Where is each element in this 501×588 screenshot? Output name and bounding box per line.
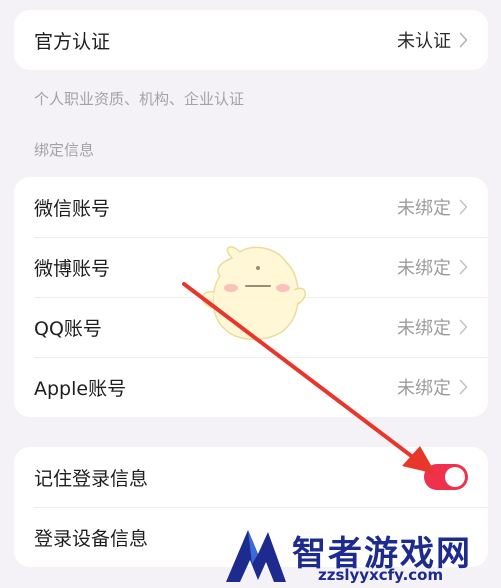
watermark-domain: zzslyyxcfy.com: [318, 566, 444, 584]
chevron-right-icon: [459, 379, 468, 395]
binding-row-wechat[interactable]: 微信账号 未绑定: [14, 177, 488, 237]
binding-row-weibo[interactable]: 微博账号 未绑定: [14, 237, 488, 297]
binding-label: QQ账号: [34, 317, 102, 340]
binding-value: 未绑定: [397, 198, 451, 219]
chevron-right-icon: [459, 319, 468, 335]
remember-login-toggle[interactable]: [424, 464, 468, 490]
toggle-knob: [445, 467, 465, 487]
binding-section-title: 绑定信息: [34, 141, 95, 159]
official-verification-status: 未认证: [397, 27, 468, 53]
binding-status: 未绑定: [397, 314, 468, 340]
watermark: 智者游戏网 zzslyyxcfy.com: [222, 520, 501, 588]
official-verification-row[interactable]: 官方认证 未认证: [14, 10, 488, 70]
binding-status: 未绑定: [397, 254, 468, 280]
remember-login-label: 记住登录信息: [34, 467, 149, 490]
official-card: 官方认证 未认证: [14, 10, 488, 70]
binding-status: 未绑定: [397, 194, 468, 220]
watermark-logo: [226, 530, 286, 582]
official-verification-note: 个人职业资质、机构、企业认证: [34, 90, 245, 108]
remember-login-row: 记住登录信息: [14, 447, 488, 507]
binding-status: 未绑定: [397, 374, 468, 400]
binding-row-apple[interactable]: Apple账号 未绑定: [14, 357, 488, 417]
binding-label: 微博账号: [34, 257, 111, 280]
login-devices-label: 登录设备信息: [34, 527, 149, 550]
chevron-right-icon: [459, 199, 468, 215]
official-verification-label: 官方认证: [34, 30, 111, 53]
binding-value: 未绑定: [397, 318, 451, 339]
chevron-right-icon: [459, 32, 468, 48]
chevron-right-icon: [459, 259, 468, 275]
binding-label: Apple账号: [34, 377, 127, 400]
binding-card: 微信账号 未绑定 微博账号 未绑定 QQ账号 未绑定 Apple账号 未绑定: [14, 177, 488, 417]
binding-value: 未绑定: [397, 258, 451, 279]
binding-label: 微信账号: [34, 197, 111, 220]
binding-value: 未绑定: [397, 378, 451, 399]
official-verification-value: 未认证: [397, 31, 451, 52]
binding-row-qq[interactable]: QQ账号 未绑定: [14, 297, 488, 357]
remember-login-control: [424, 464, 468, 490]
